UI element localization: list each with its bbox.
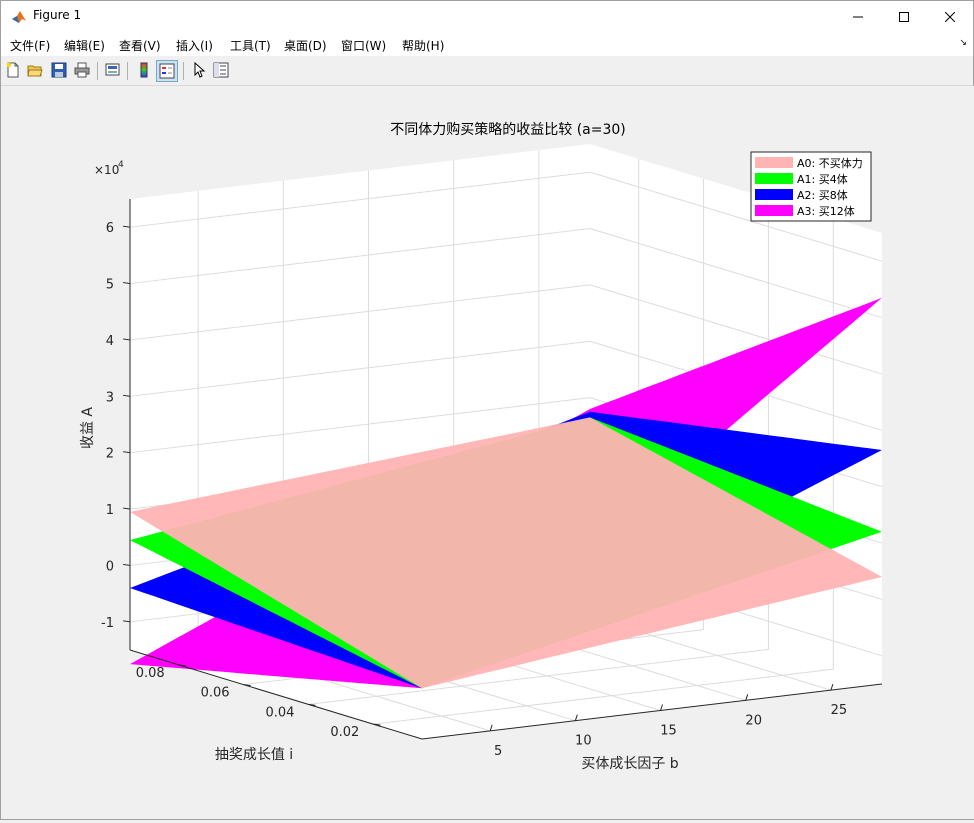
property-inspector-button[interactable] bbox=[211, 60, 231, 80]
z-tick-label: -1 bbox=[101, 616, 114, 631]
print-button[interactable] bbox=[72, 60, 92, 80]
close-icon bbox=[945, 11, 955, 22]
legend-label: A1: 买4体 bbox=[797, 172, 848, 186]
menu-tools[interactable]: 工具(T) bbox=[230, 37, 271, 54]
x-axis-label: 买体成长因子 b bbox=[581, 756, 678, 772]
z-tick bbox=[122, 225, 131, 228]
minimize-icon bbox=[853, 16, 863, 17]
y-axis-label: 抽奖成长值 i bbox=[215, 746, 293, 763]
legend-swatch bbox=[755, 189, 793, 200]
z-multiplier-base: ×10 bbox=[94, 163, 119, 177]
z-tick bbox=[122, 282, 131, 285]
z-tick bbox=[122, 620, 131, 623]
legend-swatch bbox=[755, 157, 793, 168]
new-figure-icon bbox=[6, 62, 19, 78]
z-multiplier-exponent: 4 bbox=[118, 160, 124, 170]
toolbar-separator bbox=[97, 62, 98, 80]
z-tick-label: 6 bbox=[106, 221, 114, 236]
legend-swatch bbox=[755, 205, 793, 216]
open-file-button[interactable] bbox=[25, 60, 45, 80]
z-axis-label: 收益 A bbox=[80, 407, 96, 449]
x-tick-label: 20 bbox=[745, 713, 762, 728]
menu-edit[interactable]: 编辑(E) bbox=[64, 37, 105, 54]
matlab-logo-icon bbox=[11, 9, 27, 25]
z-tick-label: 1 bbox=[106, 503, 114, 518]
title-bar: Figure 1 bbox=[1, 1, 973, 32]
new-figure-button[interactable] bbox=[3, 60, 23, 80]
menu-window[interactable]: 窗口(W) bbox=[341, 37, 386, 54]
y-tick-label: 0.04 bbox=[265, 705, 294, 720]
link-plot-button[interactable] bbox=[103, 60, 123, 80]
minimize-button[interactable] bbox=[835, 1, 881, 32]
y-tick-label: 0.06 bbox=[201, 686, 230, 701]
menu-bar: 文件(F) 编辑(E) 查看(V) 插入(I) 工具(T) 桌面(D) 窗口(W… bbox=[1, 32, 973, 56]
legend-icon bbox=[159, 63, 175, 79]
menu-view[interactable]: 查看(V) bbox=[119, 37, 161, 54]
pointer-button[interactable] bbox=[189, 60, 209, 80]
y-tick-label: 0.08 bbox=[136, 666, 165, 681]
legend-label: A2: 买8体 bbox=[797, 188, 848, 202]
menu-overflow-icon[interactable]: ↘ bbox=[959, 38, 967, 48]
z-tick bbox=[122, 451, 131, 454]
legend-button[interactable] bbox=[156, 60, 178, 82]
toolbar bbox=[1, 57, 973, 86]
link-plot-icon bbox=[105, 63, 120, 76]
print-icon bbox=[74, 62, 90, 78]
z-tick-label: 5 bbox=[106, 278, 114, 293]
x-tick-label: 10 bbox=[575, 734, 592, 749]
z-tick-label: 2 bbox=[106, 447, 114, 462]
x-tick-label: 25 bbox=[831, 703, 848, 718]
menu-help[interactable]: 帮助(H) bbox=[402, 37, 444, 54]
legend-label: A0: 不买体力 bbox=[797, 156, 863, 170]
z-tick-label: 4 bbox=[106, 334, 114, 349]
x-tick-label: 15 bbox=[660, 723, 677, 738]
legend-label: A3: 买12体 bbox=[797, 204, 855, 218]
x-tick-label: 5 bbox=[494, 744, 502, 759]
surface-plot[interactable]: 5101520250.020.040.060.08-10123456×104不同… bbox=[2, 86, 974, 819]
colorbar-button[interactable] bbox=[134, 60, 154, 80]
maximize-button[interactable] bbox=[881, 1, 927, 32]
save-button[interactable] bbox=[49, 60, 69, 80]
pointer-icon bbox=[194, 62, 206, 78]
colorbar-icon bbox=[140, 62, 148, 78]
toolbar-separator bbox=[183, 62, 184, 80]
window-title: Figure 1 bbox=[33, 8, 82, 22]
menu-file[interactable]: 文件(F) bbox=[10, 37, 50, 54]
z-tick bbox=[122, 394, 131, 397]
z-tick bbox=[122, 563, 131, 566]
maximize-icon bbox=[899, 11, 909, 22]
property-inspector-icon bbox=[213, 62, 229, 78]
open-file-icon bbox=[27, 65, 43, 77]
chart-title: 不同体力购买策略的收益比较 (a=30) bbox=[390, 121, 626, 138]
figure-canvas[interactable]: 5 10 15 20 25 0.02 0.04 0.06 0.08 -1 0 1 2 3 4 5 6 ×10 4 不同… bbox=[2, 86, 974, 819]
z-tick bbox=[122, 338, 131, 341]
legend-swatch bbox=[755, 173, 793, 184]
z-tick bbox=[122, 507, 131, 510]
figure-window: Figure 1 文件(F) 编辑(E) 查看(V) 插入(I) 工具(T) 桌… bbox=[0, 0, 974, 820]
z-tick-label: 0 bbox=[106, 559, 114, 574]
menu-desktop[interactable]: 桌面(D) bbox=[284, 37, 327, 54]
y-tick-label: 0.02 bbox=[330, 725, 359, 740]
z-tick-label: 3 bbox=[106, 390, 114, 405]
close-button[interactable] bbox=[927, 1, 973, 32]
toolbar-separator bbox=[127, 62, 128, 80]
save-icon bbox=[51, 62, 67, 78]
menu-insert[interactable]: 插入(I) bbox=[176, 37, 213, 54]
